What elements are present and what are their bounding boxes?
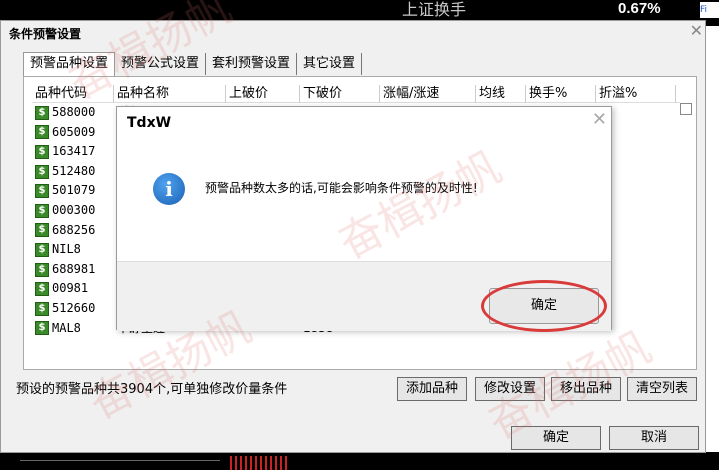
- message-box-close-icon[interactable]: ✕: [592, 109, 607, 130]
- tab-formula-settings[interactable]: 预警公式设置: [115, 53, 207, 75]
- stock-icon: $: [35, 125, 49, 140]
- message-box-footer: 确定: [117, 261, 611, 332]
- message-box-title: TdxW: [127, 115, 172, 131]
- tab-other-settings[interactable]: 其它设置: [297, 53, 363, 75]
- chart-line: [20, 460, 220, 461]
- dialog-titlebar: 条件预警设置 ✕: [1, 21, 705, 43]
- warning-message-box: TdxW ✕ i 预警品种数太多的话,可能会影响条件预警的及时性! 确定: [116, 106, 612, 332]
- add-symbol-button[interactable]: 添加品种: [397, 377, 467, 401]
- tab-bar: 预警品种设置 预警公式设置 套利预警设置 其它设置: [23, 52, 363, 76]
- remove-symbol-button[interactable]: 移出品种: [551, 377, 621, 401]
- cell-code-text: 000300: [52, 202, 96, 217]
- stock-icon: $: [35, 321, 49, 336]
- volume-bars: [230, 456, 290, 470]
- close-icon[interactable]: ✕: [690, 21, 703, 41]
- cell-code: $588000: [32, 103, 114, 123]
- background-right-panel: [706, 26, 719, 452]
- list-header: 品种代码 品种名称 上破价 下破价 涨幅/涨速 均线 换手% 折溢%: [32, 85, 680, 103]
- stock-icon: $: [35, 164, 49, 179]
- tab-symbol-settings[interactable]: 预警品种设置: [23, 52, 116, 76]
- cell-code-text: 512660: [52, 300, 96, 315]
- column-header-change[interactable]: 涨幅/涨速: [380, 85, 476, 103]
- background-title: 上证换手: [402, 0, 467, 19]
- edit-settings-button[interactable]: 修改设置: [475, 377, 545, 401]
- cell-code-text: 605009: [52, 124, 96, 139]
- cell-code: $163417: [32, 142, 114, 162]
- stock-icon: $: [35, 301, 49, 316]
- stock-icon: $: [35, 105, 49, 120]
- cell-code: $000300: [32, 201, 114, 221]
- cell-code-text: 00981: [52, 281, 89, 296]
- cell-code-text: 688981: [52, 261, 96, 276]
- row-checkbox[interactable]: [680, 103, 692, 115]
- cell-code-text: 501079: [52, 183, 96, 198]
- status-text: 预设的预警品种共3904个,可单独修改价量条件: [16, 382, 288, 397]
- stock-icon: $: [35, 262, 49, 277]
- info-icon: i: [153, 173, 185, 205]
- column-header-premium[interactable]: 折溢%: [596, 85, 676, 103]
- stock-icon: $: [35, 184, 49, 199]
- background-chart-strip: [0, 452, 719, 470]
- column-header-lower-price[interactable]: 下破价: [300, 85, 380, 103]
- stock-icon: $: [35, 282, 49, 297]
- cell-code: $605009: [32, 123, 114, 143]
- stock-icon: $: [35, 223, 49, 238]
- background-percent: 0.67%: [618, 0, 661, 17]
- stock-icon: $: [35, 144, 49, 159]
- cell-code: $ MAL8: [32, 319, 114, 339]
- cell-code: $ NIL8: [32, 240, 114, 260]
- column-header-turnover[interactable]: 换手%: [526, 85, 596, 103]
- cell-code-text: 163417: [52, 144, 96, 159]
- cell-code-text: 512480: [52, 163, 96, 178]
- cell-code: $688256: [32, 221, 114, 241]
- column-header-code[interactable]: 品种代码: [32, 85, 114, 103]
- cell-code: $688981: [32, 260, 114, 280]
- column-header-upper-price[interactable]: 上破价: [226, 85, 300, 103]
- cancel-button[interactable]: 取消: [609, 426, 699, 450]
- column-header-ma[interactable]: 均线: [476, 85, 526, 103]
- stock-icon: $: [35, 242, 49, 257]
- cell-code: $00981: [32, 279, 114, 299]
- cell-code: $512480: [32, 162, 114, 182]
- cell-code-text: MAL8: [52, 320, 81, 335]
- stock-icon: $: [35, 203, 49, 218]
- cell-code-text: 688256: [52, 222, 96, 237]
- cell-code: $501079: [32, 181, 114, 201]
- cell-code-text: 588000: [52, 105, 96, 119]
- clear-list-button[interactable]: 清空列表: [627, 377, 697, 401]
- dialog-title: 条件预警设置: [9, 27, 82, 41]
- message-text: 预警品种数太多的话,可能会影响条件预警的及时性!: [205, 181, 478, 195]
- tab-arbitrage-settings[interactable]: 套利预警设置: [206, 53, 298, 75]
- cell-code: $512660: [32, 299, 114, 319]
- column-header-name[interactable]: 品种名称: [114, 85, 226, 103]
- ok-button[interactable]: 确定: [511, 426, 601, 450]
- message-ok-button[interactable]: 确定: [489, 288, 599, 324]
- cell-code-text: NIL8: [52, 242, 81, 257]
- background-side-label: Fi: [700, 2, 719, 18]
